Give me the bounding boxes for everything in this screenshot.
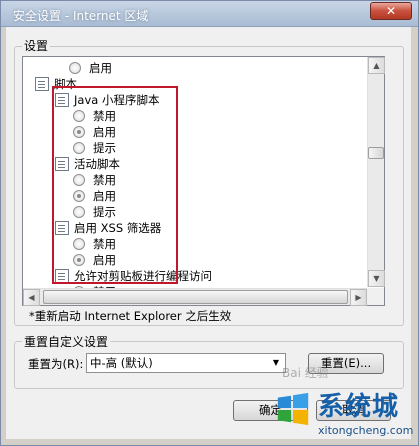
watermark-site-name: 系统城 (318, 392, 400, 422)
restart-note: *重新启动 Internet Explorer 之后生效 (29, 309, 232, 323)
window-title: 安全设置 - Internet 区域 (13, 9, 149, 23)
reset-to-label: 重置为(R): (28, 357, 84, 371)
scroll-down-button[interactable]: ▼ (368, 270, 385, 287)
title-bar[interactable]: 安全设置 - Internet 区域 ✕ (1, 1, 418, 27)
list-item[interactable]: 启用 (69, 60, 112, 76)
site-watermark: 系统城 xitongcheng.com (268, 384, 418, 444)
close-button[interactable]: ✕ (370, 2, 412, 20)
reset-level-value: 中-高 (默认) (90, 356, 153, 370)
windows-logo-icon (277, 392, 309, 426)
scroll-up-button[interactable]: ▲ (368, 57, 385, 74)
script-settings-icon (35, 76, 49, 91)
baidu-watermark: Bai 经验 (282, 366, 329, 380)
scroll-right-button[interactable]: ▶ (350, 289, 367, 306)
horizontal-scrollbar[interactable]: ◀ ▶ (23, 288, 367, 306)
reset-level-dropdown[interactable]: 中-高 (默认) ▼ (86, 353, 286, 373)
horizontal-scroll-thumb[interactable] (43, 290, 348, 304)
red-highlight-box (52, 86, 178, 284)
vertical-scrollbar[interactable]: ▲ ▼ (367, 57, 385, 287)
reset-group-label: 重置自定义设置 (22, 333, 111, 350)
vertical-scroll-thumb[interactable] (368, 147, 384, 159)
watermark-site-url: xitongcheng.com (318, 424, 414, 437)
chevron-down-icon[interactable]: ▼ (269, 356, 283, 370)
scrollbar-corner (367, 288, 384, 305)
radio-button[interactable] (69, 61, 81, 74)
settings-group-label: 设置 (22, 37, 51, 54)
scroll-left-button[interactable]: ◀ (23, 289, 40, 306)
option-label: 启用 (89, 61, 112, 75)
